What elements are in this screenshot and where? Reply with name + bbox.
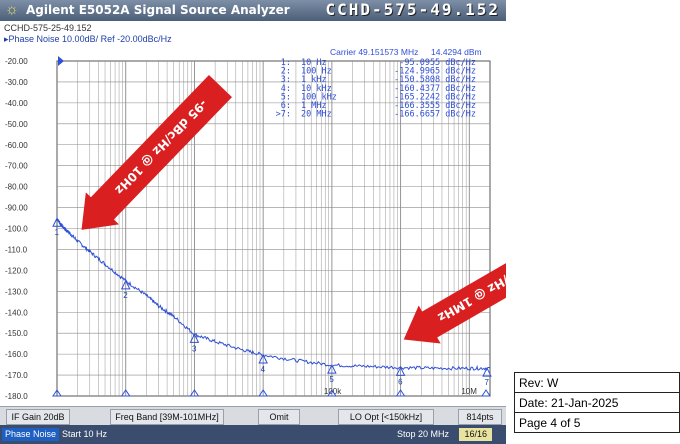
- phase-noise-chart: -20.00 -30.00 -40.00 -50.00 -60.00 -70.00 -80.…: [5, 47, 506, 401]
- y-tick-label: -140.0: [5, 308, 28, 317]
- marker-label-5: 5: [329, 375, 334, 384]
- date-cell: Date: 21-Jan-2025: [514, 392, 680, 413]
- marker-label-3: 3: [192, 344, 197, 353]
- y-tick-label: -170.0: [5, 371, 28, 380]
- lo-opt-key[interactable]: LO Opt [<150kHz]: [338, 409, 434, 425]
- marker-label-6: 6: [398, 377, 403, 386]
- x-tick-label: 10M: [461, 387, 477, 396]
- start-frequency: Start 10 Hz: [62, 429, 108, 439]
- status-bar: Phase Noise Start 10 Hz Stop 20 MHz 16/1…: [0, 425, 506, 444]
- page-cell: Page 4 of 5: [514, 412, 680, 433]
- measurement-screen: -20.00 -30.00 -40.00 -50.00 -60.00 -70.00 -80.…: [0, 21, 506, 406]
- carrier-frequency: Carrier 49.151573 MHz: [330, 47, 418, 57]
- if-gain-key[interactable]: IF Gain 20dB: [6, 409, 70, 425]
- y-tick-label: -100.0: [5, 225, 28, 234]
- y-tick-label: -160.0: [5, 350, 28, 359]
- omit-key[interactable]: Omit: [258, 409, 300, 425]
- points-key[interactable]: 814pts: [458, 409, 502, 425]
- y-tick-label: -40.00: [5, 99, 28, 108]
- window-title: Agilent E5052A Signal Source Analyzer: [26, 3, 290, 17]
- y-tick-label: -90.00: [5, 204, 28, 213]
- marker-table-id: >7:: [276, 110, 291, 120]
- carrier-power: 14.4294 dBm: [431, 47, 482, 57]
- y-tick-label: -70.00: [5, 162, 28, 171]
- y-tick-label: -130.0: [5, 287, 28, 296]
- y-tick-label: -30.00: [5, 78, 28, 87]
- stop-frequency: Stop 20 MHz: [396, 429, 449, 439]
- y-tick-label: -80.00: [5, 183, 28, 192]
- freq-band-key[interactable]: Freq Band [39M-101MHz]: [110, 409, 224, 425]
- trace-name: CCHD-575-25-49.152: [4, 23, 92, 33]
- y-tick-label: -50.00: [5, 120, 28, 129]
- title-bar: ☼ Agilent E5052A Signal Source Analyzer …: [0, 0, 506, 21]
- device-serial: CCHD-575-49.152: [325, 0, 500, 19]
- measurement-mode[interactable]: Phase Noise: [2, 428, 60, 441]
- marker-table-freq: 20 MHz: [301, 110, 332, 120]
- marker-table-value: -166.6657 dBc/Hz: [394, 110, 476, 120]
- y-tick-label: -20.00: [5, 57, 28, 66]
- revision-cell: Rev: W: [514, 372, 680, 393]
- y-tick-label: -120.0: [5, 266, 28, 275]
- average-count: 16/16: [459, 428, 492, 441]
- scale-label: ▸Phase Noise 10.00dB/ Ref -20.00dBc/Hz: [4, 34, 172, 44]
- y-tick-label: -180.0: [5, 392, 28, 401]
- y-tick-label: -110.0: [5, 245, 28, 254]
- revision-table: Rev: W Date: 21-Jan-2025 Page 4 of 5: [514, 372, 680, 433]
- softkey-bar: IF Gain 20dB Freq Band [39M-101MHz] Omit…: [0, 406, 506, 426]
- y-tick-label: -150.0: [5, 329, 28, 338]
- sun-icon: ☼: [5, 1, 19, 18]
- analyzer-window: ☼ Agilent E5052A Signal Source Analyzer …: [0, 0, 506, 444]
- marker-label-4: 4: [261, 365, 266, 374]
- marker-label-7: 7: [485, 378, 490, 387]
- marker-label-1: 1: [55, 228, 60, 237]
- marker-label-2: 2: [123, 291, 128, 300]
- y-tick-label: -60.00: [5, 141, 28, 150]
